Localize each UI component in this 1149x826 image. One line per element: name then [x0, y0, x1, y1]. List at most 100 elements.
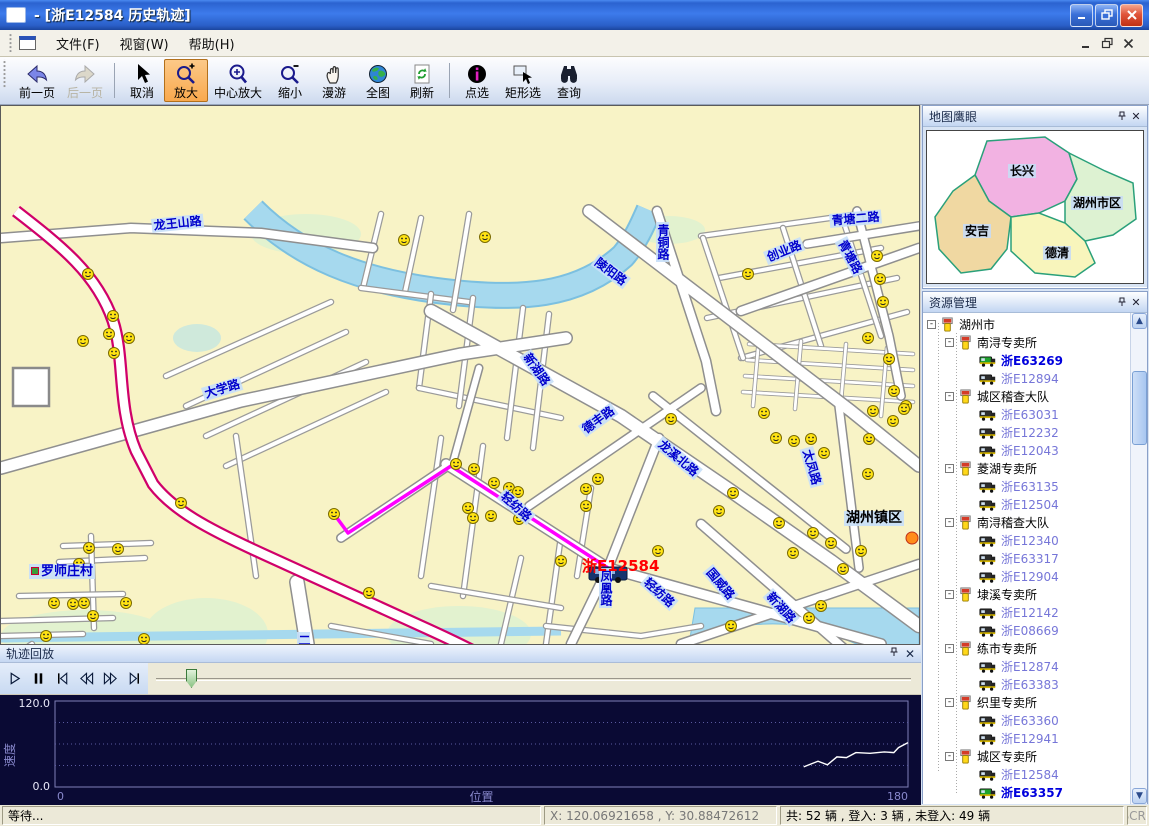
expand-collapse-icon[interactable]: - [945, 464, 954, 473]
close-icon[interactable]: ✕ [1129, 295, 1143, 309]
step-forward-button[interactable] [124, 668, 144, 690]
expand-collapse-icon[interactable]: - [945, 698, 954, 707]
refresh-button[interactable]: 刷新 [400, 59, 444, 102]
menu-item-0[interactable]: 文件(F) [46, 31, 110, 56]
svg-text:长兴: 长兴 [1010, 163, 1034, 178]
mdi-restore-button[interactable] [1101, 37, 1114, 50]
playback-header: 轨迹回放 ✕ [0, 645, 921, 663]
info-select-button[interactable]: 点选 [455, 59, 499, 102]
status-message: 等待... [2, 806, 541, 825]
menu-item-2[interactable]: 帮助(H) [179, 31, 245, 56]
toolbar-button-label: 后一页 [67, 86, 103, 100]
close-icon[interactable]: ✕ [905, 647, 915, 661]
tree-item-vehicle[interactable]: 浙E12904 [923, 567, 1130, 585]
resource-panel-header: 资源管理 ✕ [923, 292, 1147, 313]
tree-item-vehicle[interactable]: 浙E12043 [923, 441, 1130, 459]
hand-button[interactable]: 漫游 [312, 59, 356, 102]
expand-collapse-icon[interactable]: - [945, 518, 954, 527]
restore-button[interactable] [1095, 4, 1118, 27]
binoculars-button[interactable]: 查询 [547, 59, 591, 102]
organization-icon [958, 749, 973, 764]
scroll-up-button[interactable]: ▲ [1132, 313, 1147, 329]
expand-collapse-icon[interactable]: - [945, 752, 954, 761]
tree-item-group[interactable]: -菱湖专卖所 [923, 459, 1130, 477]
tree-item-vehicle[interactable]: 浙E12232 [923, 423, 1130, 441]
tree-item-group[interactable]: -南浔稽查大队 [923, 513, 1130, 531]
truck-offline-icon [979, 534, 997, 547]
toolbar-separator [114, 63, 115, 98]
organization-icon [958, 335, 973, 350]
mdi-minimize-button[interactable] [1080, 37, 1093, 50]
eagle-eye-map[interactable]: 长兴湖州市区安吉德清 [926, 130, 1144, 284]
tree-item-vehicle[interactable]: 浙E12142 [923, 603, 1130, 621]
zoom-in-button[interactable]: 放大 [164, 59, 208, 102]
fast-forward-button[interactable] [100, 668, 120, 690]
svg-text:安吉: 安吉 [965, 223, 989, 238]
tree-item-group[interactable]: -城区稽查大队 [923, 387, 1130, 405]
tree-item-vehicle[interactable]: 浙E12894 [923, 369, 1130, 387]
rewind-button[interactable] [76, 668, 96, 690]
tree-item-vehicle[interactable]: 浙E12340 [923, 531, 1130, 549]
globe-button[interactable]: 全图 [356, 59, 400, 102]
tree-item-vehicle[interactable]: 浙E09387 [923, 801, 1130, 804]
slider-thumb[interactable] [186, 669, 197, 688]
right-dock: 地图鹰眼 ✕ 长兴湖州市区安吉德清 资源管理 ✕ [921, 105, 1149, 805]
map-canvas[interactable] [1, 106, 919, 644]
scroll-thumb[interactable] [1132, 371, 1147, 445]
play-button[interactable] [4, 668, 24, 690]
scroll-down-button[interactable]: ▼ [1132, 788, 1147, 804]
tree-item-vehicle[interactable]: 浙E63135 [923, 477, 1130, 495]
close-button[interactable] [1120, 4, 1143, 27]
menu-item-1[interactable]: 视窗(W) [110, 31, 179, 56]
map-viewport[interactable]: 龙王山路青塘二路青塘路创业路陵阳路青铜路大学路新湖路德丰路龙溪北路轻纺路轻纺路凤… [0, 105, 920, 645]
tree-item-vehicle[interactable]: 浙E63269 [923, 351, 1130, 369]
minimize-button[interactable] [1070, 4, 1093, 27]
tree-item-vehicle[interactable]: 浙E63317 [923, 549, 1130, 567]
zoom-out-button[interactable]: 缩小 [268, 59, 312, 102]
expand-collapse-icon[interactable]: - [945, 392, 954, 401]
expand-collapse-icon[interactable]: - [927, 320, 936, 329]
tree-scrollbar[interactable]: ▲ ▼ [1130, 313, 1147, 804]
arrow-left-button[interactable]: 前一页 [13, 59, 61, 102]
tree-item-label: 浙E12904 [1001, 568, 1059, 585]
rect-select-button[interactable]: 矩形选 [499, 59, 547, 102]
pin-icon[interactable] [889, 647, 899, 661]
pin-icon[interactable] [1115, 109, 1129, 123]
tree-item-vehicle[interactable]: 浙E63031 [923, 405, 1130, 423]
arrow-right-button[interactable]: 后一页 [61, 59, 109, 102]
tree-item-vehicle[interactable]: 浙E12504 [923, 495, 1130, 513]
step-backward-button[interactable] [52, 668, 72, 690]
tree-item-vehicle[interactable]: 浙E63383 [923, 675, 1130, 693]
tree-item-vehicle[interactable]: 浙E08669 [923, 621, 1130, 639]
playback-slider[interactable] [156, 663, 911, 694]
zoom-center-button[interactable]: 中心放大 [208, 59, 268, 102]
tree-item-vehicle[interactable]: 浙E12941 [923, 729, 1130, 747]
tree-item-group[interactable]: -练市专卖所 [923, 639, 1130, 657]
expand-collapse-icon[interactable]: - [945, 644, 954, 653]
expand-collapse-icon[interactable]: - [945, 590, 954, 599]
slider-track[interactable] [156, 678, 911, 681]
tree-item-group[interactable]: -埭溪专卖所 [923, 585, 1130, 603]
tree-item-group[interactable]: -南浔专卖所 [923, 333, 1130, 351]
tree-item-label: 浙E12874 [1001, 658, 1059, 675]
tree-item-group[interactable]: -城区专卖所 [923, 747, 1130, 765]
zoom-out-icon [278, 62, 302, 86]
tree-item-label: 浙E12043 [1001, 442, 1059, 459]
cursor-button[interactable]: 取消 [120, 59, 164, 102]
main-area: 龙王山路青塘二路青塘路创业路陵阳路青铜路大学路新湖路德丰路龙溪北路轻纺路轻纺路凤… [0, 105, 1149, 805]
tree-item-group[interactable]: -织里专卖所 [923, 693, 1130, 711]
application-window: - [浙E12584 历史轨迹] 文件(F)视窗(W)帮助(H) 前一页后一页 取… [0, 0, 1149, 826]
pin-icon[interactable] [1115, 295, 1129, 309]
tree-item-vehicle[interactable]: 浙E63360 [923, 711, 1130, 729]
tree-item-vehicle[interactable]: 浙E12584 [923, 765, 1130, 783]
tree-item-group[interactable]: -湖州市 [923, 315, 1130, 333]
pause-button[interactable] [28, 668, 48, 690]
close-icon[interactable]: ✕ [1129, 109, 1143, 123]
tree-item-vehicle[interactable]: 浙E63357 [923, 783, 1130, 801]
truck-offline-icon [979, 480, 997, 493]
mdi-close-button[interactable] [1122, 37, 1135, 50]
expand-collapse-icon[interactable]: - [945, 338, 954, 347]
title-bar: - [浙E12584 历史轨迹] [0, 0, 1149, 30]
vehicle-tree: -湖州市-南浔专卖所浙E63269浙E12894-城区稽查大队浙E63031浙E… [923, 313, 1147, 804]
tree-item-vehicle[interactable]: 浙E12874 [923, 657, 1130, 675]
